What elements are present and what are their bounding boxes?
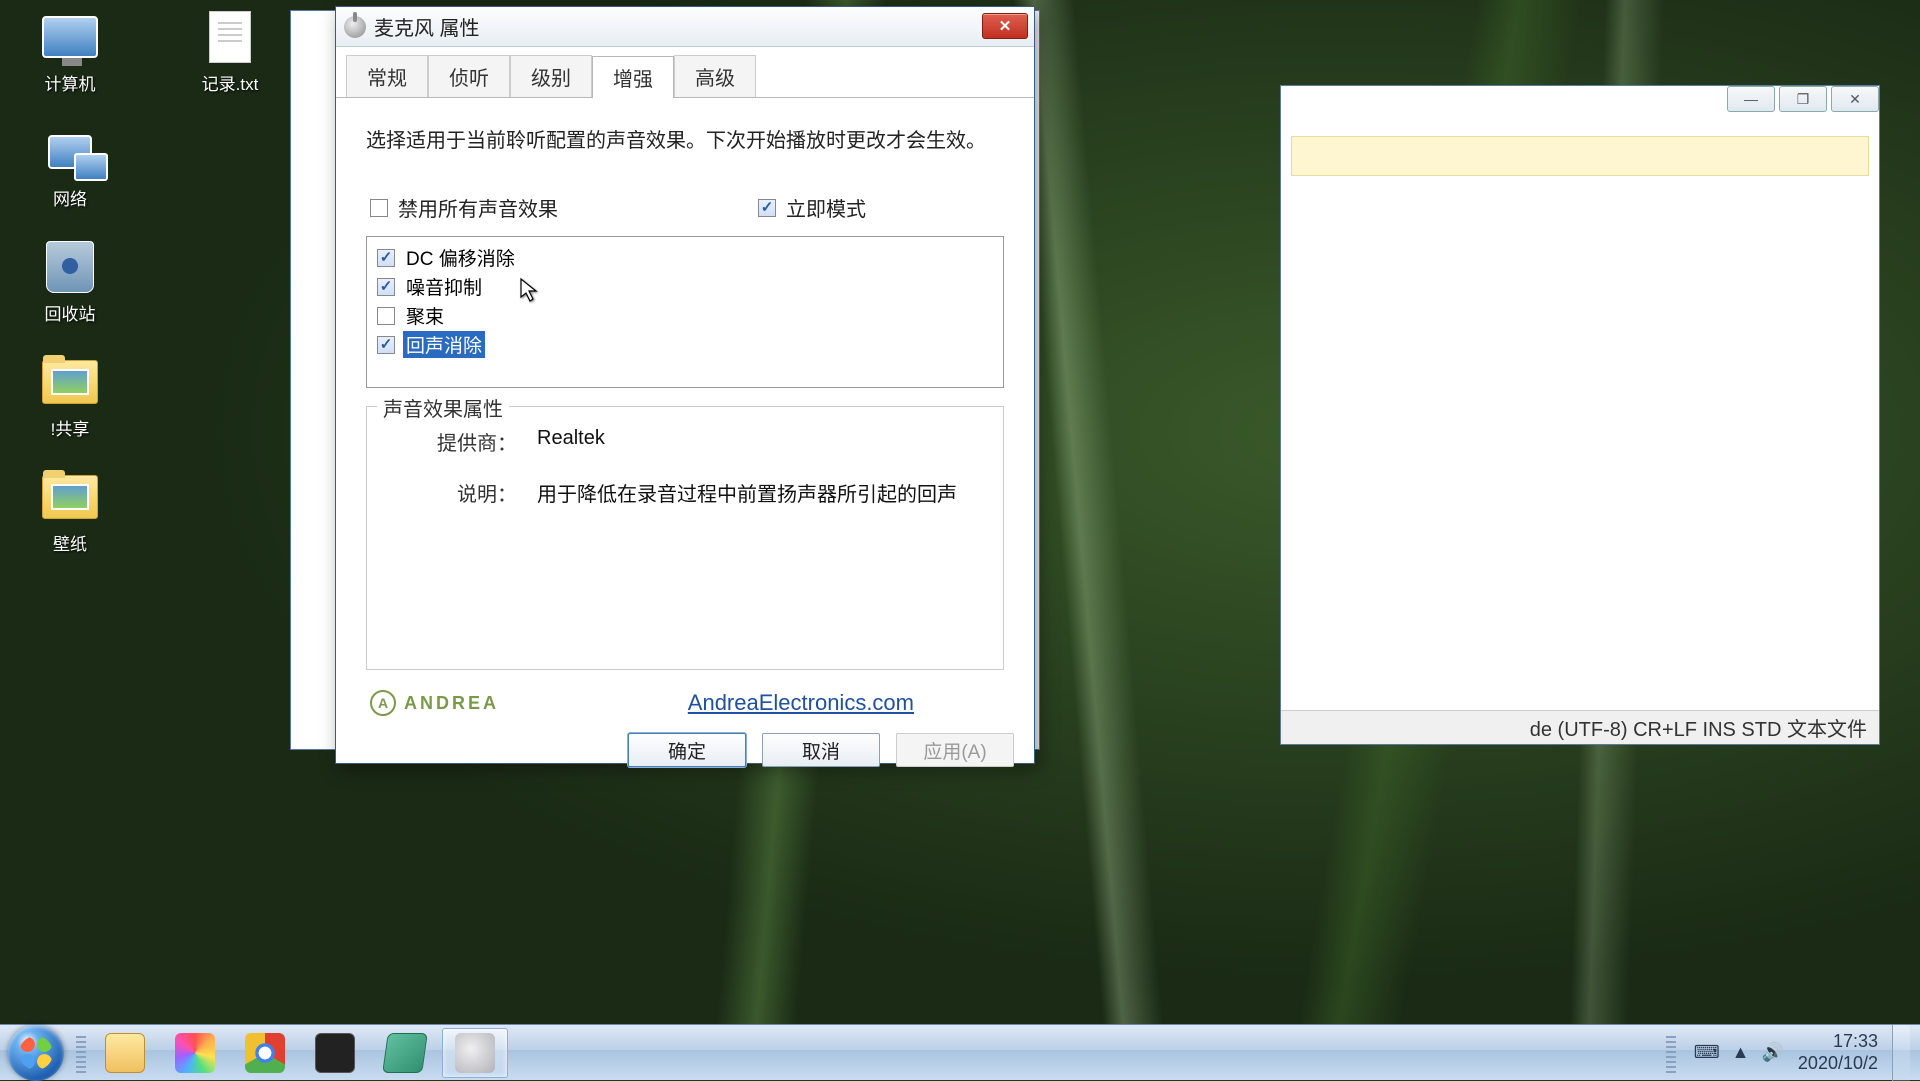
taskbar-browser[interactable] — [162, 1028, 228, 1078]
tray-volume-icon[interactable]: 🔊 — [1762, 1042, 1784, 1063]
taskbar-chrome[interactable] — [232, 1028, 298, 1078]
browser-icon — [175, 1033, 215, 1073]
editor-status-bar: de (UTF-8) CR+LF INS STD 文本文件 — [1281, 710, 1879, 744]
immediate-mode-checkbox[interactable]: 立即模式 — [758, 193, 866, 222]
icon-label: 网络 — [53, 185, 87, 210]
notepad-icon — [382, 1033, 428, 1073]
taskbar-terminal[interactable] — [302, 1028, 368, 1078]
show-desktop-button[interactable] — [1892, 1025, 1910, 1081]
minimize-button[interactable]: — — [1727, 86, 1775, 112]
vendor-website-link[interactable]: AndreaElectronics.com — [688, 690, 914, 716]
apply-button: 应用(A) — [896, 733, 1014, 767]
checkbox-label: 立即模式 — [786, 193, 866, 222]
effect-label: 噪音抑制 — [403, 273, 485, 300]
effect-properties-group: 声音效果属性 提供商： Realtek 说明： 用于降低在录音过程中前置扬声器所… — [366, 406, 1004, 670]
taskbar-explorer[interactable] — [92, 1028, 158, 1078]
dialog-content: 选择适用于当前聆听配置的声音效果。下次开始播放时更改才会生效。 禁用所有声音效果… — [336, 98, 1034, 726]
ok-button[interactable]: 确定 — [628, 733, 746, 767]
icon-label: 记录.txt — [202, 70, 259, 95]
folder-icon — [42, 475, 98, 519]
dialog-title: 麦克风 属性 — [374, 12, 480, 41]
dialog-titlebar[interactable]: 麦克风 属性 ✕ — [336, 7, 1034, 47]
effect-label: 回声消除 — [403, 331, 485, 358]
maximize-button[interactable]: ❐ — [1779, 86, 1827, 112]
cancel-button[interactable]: 取消 — [762, 733, 880, 767]
effects-listbox[interactable]: DC 偏移消除 噪音抑制 聚束 回声消除 — [366, 236, 1004, 388]
tab-general[interactable]: 常规 — [346, 55, 428, 97]
system-tray: ⌨ ▲ 🔊 17:33 2020/10/2 — [1662, 1025, 1920, 1081]
chrome-icon — [245, 1033, 285, 1073]
description-label: 说明： — [387, 478, 537, 507]
vendor-logo-icon: A — [370, 690, 396, 716]
provider-label: 提供商： — [387, 427, 537, 456]
taskbar-sound[interactable] — [442, 1028, 508, 1078]
icon-label: 壁纸 — [53, 530, 87, 555]
start-button[interactable] — [8, 1025, 64, 1081]
icon-label: 计算机 — [45, 70, 96, 95]
provider-value: Realtek — [537, 427, 605, 456]
group-title: 声音效果属性 — [377, 393, 509, 422]
editor-info-bar — [1291, 136, 1869, 176]
taskbar-grip-icon — [76, 1033, 86, 1073]
enhancement-description: 选择适用于当前聆听配置的声音效果。下次开始播放时更改才会生效。 — [366, 124, 1004, 153]
checkbox-icon — [377, 278, 395, 296]
effect-noise-suppression[interactable]: 噪音抑制 — [375, 272, 995, 301]
status-text: de (UTF-8) CR+LF INS STD 文本文件 — [1530, 713, 1867, 742]
vendor-logo: A ANDREA — [370, 690, 499, 716]
checkbox-icon — [377, 249, 395, 267]
microphone-properties-dialog: 麦克风 属性 ✕ 常规 侦听 级别 增强 高级 选择适用于当前聆听配置的声音效果… — [335, 6, 1035, 764]
tab-levels[interactable]: 级别 — [510, 55, 592, 97]
checkbox-icon — [758, 199, 776, 217]
explorer-icon — [105, 1033, 145, 1073]
folder-icon — [42, 360, 98, 404]
description-value: 用于降低在录音过程中前置扬声器所引起的回声 — [537, 478, 957, 507]
tray-chevron-up-icon[interactable]: ▲ — [1732, 1042, 1750, 1063]
sound-icon — [455, 1033, 495, 1073]
dialog-button-row: 确定 取消 应用(A) — [628, 733, 1014, 767]
effect-echo-cancel[interactable]: 回声消除 — [375, 330, 995, 359]
network-icon — [48, 135, 92, 169]
window-controls: — ❐ ✕ — [1723, 86, 1879, 112]
taskbar-clock[interactable]: 17:33 2020/10/2 — [1798, 1031, 1878, 1074]
close-button[interactable]: ✕ — [1831, 86, 1879, 112]
microphone-icon — [344, 16, 366, 38]
dialog-close-button[interactable]: ✕ — [982, 13, 1028, 39]
taskbar: ⌨ ▲ 🔊 17:33 2020/10/2 — [0, 1024, 1920, 1080]
effect-dc-offset-cancel[interactable]: DC 偏移消除 — [375, 243, 995, 272]
effect-beam-forming[interactable]: 聚束 — [375, 301, 995, 330]
vendor-logo-text: ANDREA — [404, 693, 499, 714]
checkbox-icon — [377, 307, 395, 325]
checkbox-icon — [377, 336, 395, 354]
tab-listen[interactable]: 侦听 — [428, 55, 510, 97]
textfile-icon — [209, 11, 251, 63]
background-editor-window: — ❐ ✕ de (UTF-8) CR+LF INS STD 文本文件 — [1280, 85, 1880, 745]
terminal-icon — [315, 1033, 355, 1073]
clock-time: 17:33 — [1798, 1031, 1878, 1053]
effect-label: 聚束 — [403, 302, 447, 329]
computer-icon — [42, 16, 98, 58]
icon-label: !共享 — [51, 415, 90, 440]
desktop-icon-wallpaper-folder[interactable]: 壁纸 — [20, 470, 120, 555]
dialog-tabs: 常规 侦听 级别 增强 高级 — [336, 47, 1034, 98]
desktop-icon-textfile[interactable]: 记录.txt — [180, 10, 280, 95]
icon-label: 回收站 — [45, 300, 96, 325]
desktop-icon-recycle-bin[interactable]: 回收站 — [20, 240, 120, 325]
desktop-icon-shared-folder[interactable]: !共享 — [20, 355, 120, 440]
desktop-icon-computer[interactable]: 计算机 — [20, 10, 120, 95]
taskbar-notepad[interactable] — [372, 1028, 438, 1078]
tab-advanced[interactable]: 高级 — [674, 55, 756, 97]
tab-enhancements[interactable]: 增强 — [592, 56, 674, 98]
effect-label: DC 偏移消除 — [403, 244, 518, 271]
clock-date: 2020/10/2 — [1798, 1053, 1878, 1075]
tray-grip-icon — [1666, 1033, 1676, 1073]
desktop-icons: 计算机 记录.txt 网络 回收站 !共享 壁纸 — [20, 10, 280, 555]
checkbox-label: 禁用所有声音效果 — [398, 193, 558, 222]
disable-all-effects-checkbox[interactable]: 禁用所有声音效果 — [370, 193, 558, 222]
recycle-bin-icon — [46, 241, 94, 293]
checkbox-icon — [370, 199, 388, 217]
desktop-icon-network[interactable]: 网络 — [20, 125, 120, 210]
tray-keyboard-icon[interactable]: ⌨ — [1694, 1042, 1720, 1063]
